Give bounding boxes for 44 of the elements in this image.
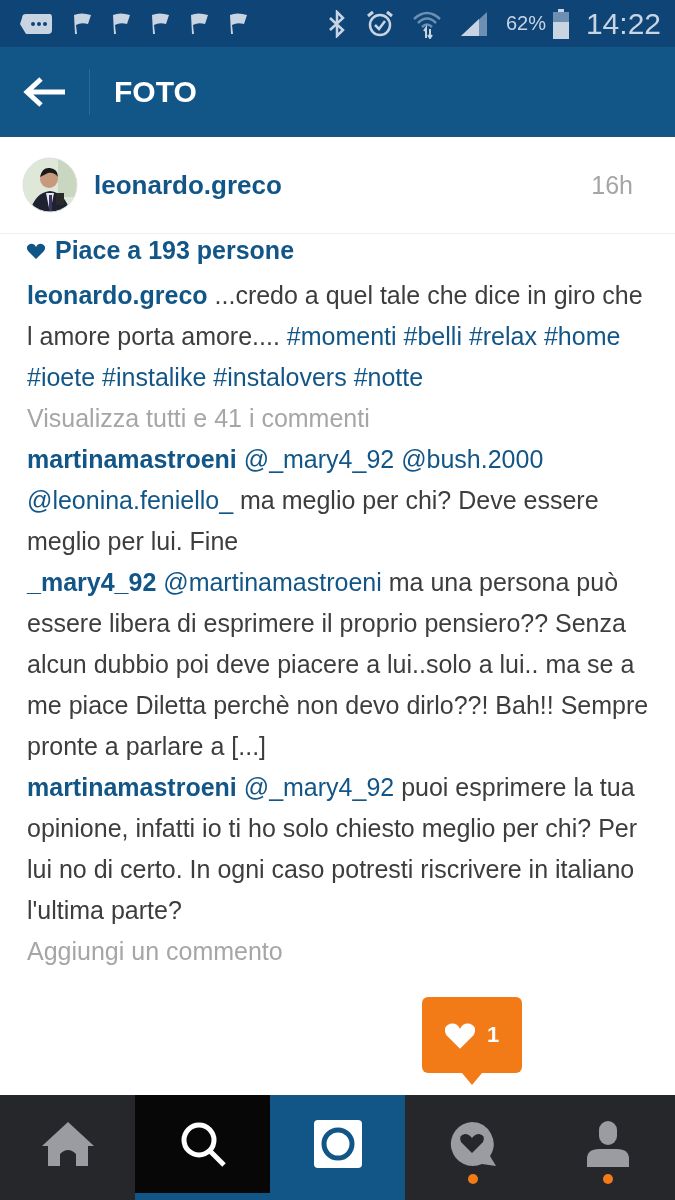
caption: leonardo.greco ...credo a quel tale che dice in giro che l amore porta amore.... #momenti #belli #relax #home #ioete #instalike #instalovers #notte (27, 280, 644, 393)
tag-link[interactable]: #belli (403, 322, 462, 350)
tag-link[interactable]: #notte (353, 363, 424, 391)
alarm-icon (364, 8, 395, 39)
tag-link[interactable]: @leonina.feniello_ (27, 486, 234, 514)
clock: 14:22 (585, 6, 661, 41)
flag-icon (149, 11, 171, 36)
username-link[interactable]: leonardo.greco (27, 281, 208, 309)
popup-pointer (462, 1073, 482, 1085)
tag-link[interactable]: #instalike (102, 363, 207, 391)
tag-link[interactable]: @bush.2000 (401, 445, 544, 473)
heart-icon (444, 1021, 475, 1049)
username-link[interactable]: leonardo.greco (94, 169, 282, 201)
post-age: 16h (591, 170, 633, 200)
heart-icon (27, 242, 45, 259)
comment: martinamastroeni @_mary4_92 puoi esprimere la tua opinione, infatti io ti ho solo chiesto meglio per chi? Per lui no di certo. In ogni caso potresti riscrivere in italiano l'ultima parte? (27, 772, 639, 926)
notification-count: 1 (486, 1022, 500, 1048)
back-arrow-icon (22, 76, 67, 108)
flag-icon (188, 11, 210, 36)
tag-link[interactable]: #relax (468, 322, 537, 350)
search-tab[interactable] (135, 1095, 270, 1200)
tag-link[interactable]: #momenti (286, 322, 397, 350)
camera-tab[interactable] (270, 1095, 405, 1200)
notification-dot (467, 1174, 478, 1184)
tag-link[interactable]: #home (543, 322, 621, 350)
tag-link[interactable]: @_mary4_92 (243, 773, 395, 801)
battery-percentage: 62% (505, 12, 546, 35)
flag-icon (110, 11, 132, 36)
flag-icon (227, 11, 249, 36)
username-link[interactable]: _mary4_92 (27, 568, 157, 596)
username-link[interactable]: martinamastroeni (27, 445, 237, 473)
notification-dot (602, 1174, 613, 1184)
camera-icon (313, 1120, 362, 1168)
flag-icon (71, 11, 93, 36)
tag-link[interactable]: @_mary4_92 (243, 445, 395, 473)
tag-link[interactable]: #instalovers (213, 363, 347, 391)
tag-link[interactable]: #ioete (27, 363, 96, 391)
battery-icon (552, 8, 569, 39)
username-link[interactable]: martinamastroeni (27, 773, 237, 801)
screen-title: FOTO (113, 75, 197, 109)
person-icon (586, 1121, 629, 1167)
tag-link[interactable]: @martinamastroeni (163, 568, 382, 596)
notification-icon (20, 11, 54, 36)
likes-count-link[interactable]: Piace a 193 persone (55, 236, 295, 265)
